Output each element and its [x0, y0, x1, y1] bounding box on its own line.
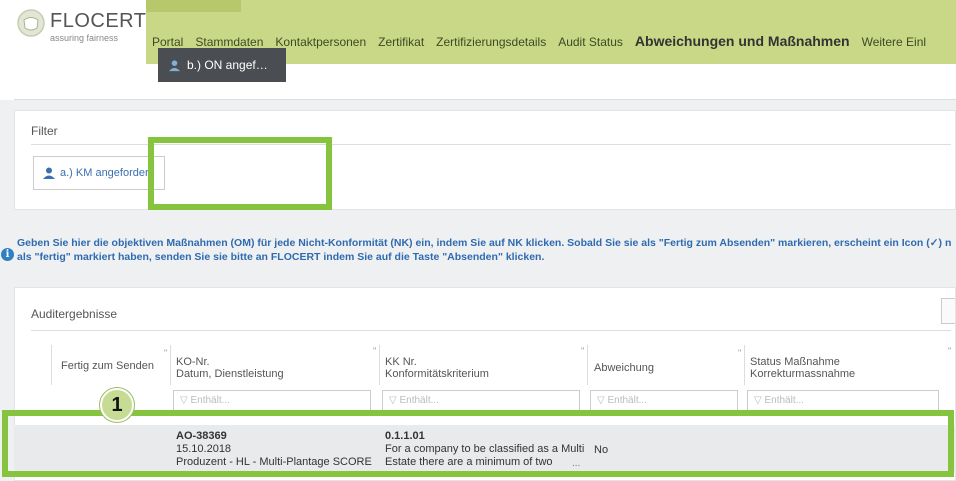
info-text-line-1: Geben Sie hier die objektiven Maßnahmen … — [17, 237, 952, 249]
column-separator — [744, 345, 745, 385]
nav-item-3[interactable]: Zertifikat — [372, 35, 430, 49]
logo-subtitle: assuring fairness — [50, 33, 119, 43]
info-text-line-2: als "fertig" markiert haben, senden Sie … — [17, 251, 545, 263]
col-header-kk[interactable]: KK Nr. Konformitätskriterium — [385, 356, 489, 380]
filter-funnel-icon: ▽ — [754, 395, 765, 406]
filter-placeholder: Enthält... — [764, 395, 804, 406]
col-header-kk-line1: KK Nr. — [385, 356, 417, 368]
nav-item-1[interactable]: Stammdaten — [189, 35, 269, 49]
column-separator — [587, 345, 588, 385]
highlight-frame — [2, 410, 954, 477]
filter-input-status[interactable]: ▽ Enthält... — [747, 390, 939, 412]
filter-title: Filter — [31, 124, 58, 138]
filter-funnel-icon: ▽ — [597, 395, 608, 406]
col-header-status[interactable]: Status Maßnahme Korrekturmassnahme — [750, 356, 855, 380]
nav-item-0[interactable]: Portal — [146, 35, 189, 49]
filter-placeholder: Enthält... — [399, 395, 439, 406]
filter-km-label: a.) KM angefordert — [60, 167, 152, 179]
filter-funnel-icon: ▽ — [180, 395, 191, 406]
results-title: Auditergebnisse — [31, 307, 118, 321]
column-separator — [379, 345, 380, 385]
nav-items: Portal Stammdaten Kontaktpersonen Zertifika… — [146, 33, 932, 49]
nav-item-6[interactable]: Abweichungen und Maßnahmen — [629, 33, 856, 49]
flocert-logo-icon — [17, 9, 45, 37]
filter-input-deviation[interactable]: ▽ Enthält... — [590, 390, 738, 412]
results-action-button[interactable] — [941, 298, 955, 324]
nav-item-2[interactable]: Kontaktpersonen — [269, 35, 372, 49]
filter-placeholder: Enthält... — [607, 395, 647, 406]
col-header-status-line1: Status Maßnahme — [750, 356, 840, 368]
flocert-logo[interactable]: FLOCERT assuring fairness — [8, 2, 146, 60]
col-header-status-line2: Korrekturmassnahme — [750, 368, 856, 380]
column-separator — [51, 345, 52, 385]
nav-top-strip — [146, 0, 241, 12]
logo-text: FLOCERT — [50, 10, 147, 32]
filter-km-requested-button[interactable]: a.) KM angefordert — [33, 156, 165, 190]
col-header-ko-line2: Datum, Dienstleistung — [176, 368, 284, 380]
column-resize-handle[interactable]: " — [164, 348, 167, 358]
column-resize-handle[interactable]: " — [581, 346, 584, 356]
top-bar: FLOCERT assuring fairness Portal Stammdat… — [0, 0, 956, 71]
column-resize-handle[interactable]: " — [948, 346, 951, 356]
col-header-deviation[interactable]: Abweichung — [594, 362, 654, 374]
step-badge: 1 — [100, 388, 134, 422]
info-icon: i — [1, 248, 14, 261]
user-icon — [43, 167, 55, 179]
user-icon — [168, 59, 181, 71]
filter-on-label: b.) ON angef… — [187, 58, 268, 72]
nav-item-4[interactable]: Zertifizierungsdetails — [430, 35, 552, 49]
sub-header — [14, 64, 956, 100]
filter-funnel-icon: ▽ — [389, 395, 400, 406]
column-resize-handle[interactable]: " — [738, 348, 741, 358]
col-header-kk-line2: Konformitätskriterium — [385, 368, 489, 380]
col-header-ko-line1: KO-Nr. — [176, 356, 210, 368]
nav-item-5[interactable]: Audit Status — [552, 35, 629, 49]
filter-input-kk[interactable]: ▽ Enthält... — [382, 390, 580, 412]
column-resize-handle[interactable]: " — [373, 346, 376, 356]
col-header-ko[interactable]: KO-Nr. Datum, Dienstleistung — [176, 356, 284, 380]
filter-input-ko[interactable]: ▽ Enthält... — [173, 390, 371, 412]
info-text: Geben Sie hier die objektiven Maßnahmen … — [17, 236, 956, 264]
highlight-frame — [148, 137, 332, 210]
col-header-ready[interactable]: Fertig zum Senden — [61, 360, 154, 372]
filter-on-requested-button[interactable]: b.) ON angef… — [158, 48, 286, 82]
divider — [31, 330, 951, 331]
column-separator — [170, 345, 171, 385]
nav-item-7[interactable]: Weitere Einl — [856, 35, 932, 49]
filter-placeholder: Enthält... — [190, 395, 230, 406]
